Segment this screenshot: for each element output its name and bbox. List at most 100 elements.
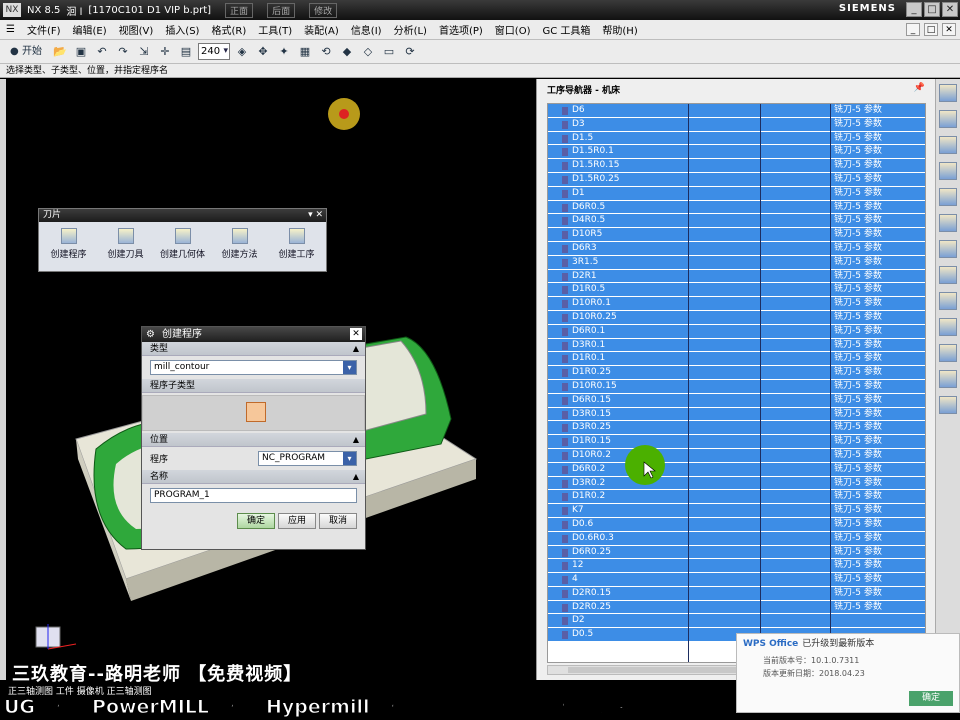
menu-insert[interactable]: 插入(S) xyxy=(159,22,205,37)
graphics-viewport[interactable]: 刀片 ▾ ✕ 创建程序 创建刀具 创建几何体 创建方法 创建工序 ⚙ 创建程序 … xyxy=(6,79,536,680)
location-section-header[interactable]: 位置 ▲ xyxy=(142,433,365,447)
navigator-row[interactable]: D0.6 铣刀-5 参数 xyxy=(548,517,925,532)
navigator-row[interactable]: D1R0.5 铣刀-5 参数 xyxy=(548,283,925,298)
menu-gc-toolkit[interactable]: GC 工具箱 xyxy=(536,22,596,37)
wireframe-icon[interactable]: ◇ xyxy=(359,43,377,61)
minimize-button[interactable]: _ xyxy=(906,2,922,17)
gear-icon[interactable]: ⚙ xyxy=(146,327,155,342)
start-button[interactable]: ● 开始 xyxy=(4,43,48,61)
navigator-row[interactable]: D6R0.5 铣刀-5 参数 xyxy=(548,200,925,215)
menu-format[interactable]: 格式(R) xyxy=(205,22,252,37)
apply-button[interactable]: 应用 xyxy=(278,513,316,529)
navigator-row[interactable]: D0.6R0.3 铣刀-5 参数 xyxy=(548,531,925,546)
maximize-button[interactable]: □ xyxy=(924,2,940,17)
part-navigator-icon[interactable] xyxy=(939,136,957,154)
navigator-row[interactable]: D1R0.15 铣刀-5 参数 xyxy=(548,435,925,449)
create-tool-button[interactable]: 创建刀具 xyxy=(100,226,151,260)
ok-button[interactable]: 确定 xyxy=(237,513,275,529)
navigator-row[interactable]: D1R0.25 铣刀-5 参数 xyxy=(548,366,925,380)
snap-icon[interactable]: ✛ xyxy=(156,43,174,61)
navigator-row[interactable]: D10R0.1 铣刀-5 参数 xyxy=(548,297,925,311)
shaded-icon[interactable]: ◆ xyxy=(338,43,356,61)
assembly-navigator-icon[interactable] xyxy=(939,84,957,102)
navigator-row[interactable]: 12 铣刀-5 参数 xyxy=(548,559,925,574)
menu-preferences[interactable]: 首选项(P) xyxy=(433,22,489,37)
palette-icon[interactable] xyxy=(939,344,957,362)
navigator-row[interactable]: D6R3 铣刀-5 参数 xyxy=(548,241,925,256)
navigator-row[interactable]: D10R0.25 铣刀-5 参数 xyxy=(548,310,925,325)
navigator-row[interactable]: D2 xyxy=(548,614,925,629)
create-operation-button[interactable]: 创建工序 xyxy=(271,226,322,260)
navigator-row[interactable]: D3R0.1 铣刀-5 参数 xyxy=(548,338,925,353)
system-materials-icon[interactable] xyxy=(939,396,957,414)
navigator-row[interactable]: D10R0.2 铣刀-5 参数 xyxy=(548,448,925,463)
navigator-row[interactable]: D3R0.2 铣刀-5 参数 xyxy=(548,476,925,491)
navigator-row[interactable]: D3R0.25 铣刀-5 参数 xyxy=(548,421,925,436)
dialog-close-icon[interactable]: ✕ xyxy=(350,328,362,340)
menu-edit[interactable]: 编辑(E) xyxy=(67,22,113,37)
navigator-row[interactable]: D6R0.15 铣刀-5 参数 xyxy=(548,393,925,408)
type-section-header[interactable]: 类型 ▲ xyxy=(142,342,365,356)
navigator-row[interactable]: D4R0.5 铣刀-5 参数 xyxy=(548,214,925,229)
doc-restore-icon[interactable]: □ xyxy=(924,23,938,36)
doc-close-icon[interactable]: ✕ xyxy=(942,23,956,36)
navigator-row[interactable]: D2R1 铣刀-5 参数 xyxy=(548,269,925,284)
navigator-row[interactable]: D10R0.15 铣刀-5 参数 xyxy=(548,379,925,394)
display-icon[interactable]: ▭ xyxy=(380,43,398,61)
wps-ok-button[interactable]: 确定 xyxy=(909,691,953,706)
nx-menu-icon[interactable]: ☰ xyxy=(0,24,21,35)
navigator-row[interactable]: D6 铣刀-5 参数 xyxy=(548,104,925,118)
cube-view-icon[interactable]: ◈ xyxy=(233,43,251,61)
hd3d-tools-icon[interactable] xyxy=(939,240,957,258)
create-program-button[interactable]: 创建程序 xyxy=(43,226,94,260)
menu-info[interactable]: 信息(I) xyxy=(345,22,388,37)
constraint-navigator-icon[interactable] xyxy=(939,110,957,128)
toolbar-close-icon[interactable]: ▾ ✕ xyxy=(308,209,323,222)
menu-tools[interactable]: 工具(T) xyxy=(252,22,298,37)
select-filter-icon[interactable]: ⇲ xyxy=(135,43,153,61)
subtype-section-header[interactable]: 程序子类型 xyxy=(142,379,365,393)
navigator-row[interactable]: D1R0.1 铣刀-5 参数 xyxy=(548,352,925,367)
rotate-icon[interactable]: ⟲ xyxy=(317,43,335,61)
grid-icon[interactable]: ▦ xyxy=(296,43,314,61)
navigator-row[interactable]: D2R0.25 铣刀-5 参数 xyxy=(548,600,925,615)
navigator-row[interactable]: D1.5R0.15 铣刀-5 参数 xyxy=(548,159,925,173)
history-icon[interactable] xyxy=(939,292,957,310)
snap-point-icon[interactable]: ✦ xyxy=(275,43,293,61)
menu-file[interactable]: 文件(F) xyxy=(21,22,67,37)
navigator-row[interactable]: D6R0.25 铣刀-5 参数 xyxy=(548,545,925,560)
navigator-row[interactable]: 3R1.5 铣刀-5 参数 xyxy=(548,255,925,270)
navigator-row[interactable]: D3R0.15 铣刀-5 参数 xyxy=(548,407,925,422)
navigator-row[interactable]: D1.5 铣刀-5 参数 xyxy=(548,131,925,146)
navigator-row[interactable]: D1.5R0.1 铣刀-5 参数 xyxy=(548,145,925,160)
roles-icon[interactable] xyxy=(939,370,957,388)
navigator-row[interactable]: D6R0.2 铣刀-5 参数 xyxy=(548,462,925,477)
menu-help[interactable]: 帮助(H) xyxy=(596,22,643,37)
orient-icon[interactable]: ⟳ xyxy=(401,43,419,61)
type-select[interactable]: mill_contour ▾ xyxy=(150,360,357,375)
name-section-header[interactable]: 名称 ▲ xyxy=(142,470,365,484)
navigator-row[interactable]: K7 铣刀-5 参数 xyxy=(548,504,925,518)
menu-analysis[interactable]: 分析(L) xyxy=(388,22,433,37)
menu-assembly[interactable]: 装配(A) xyxy=(298,22,345,37)
navigator-row[interactable]: D10R5 铣刀-5 参数 xyxy=(548,228,925,242)
move-icon[interactable]: ✥ xyxy=(254,43,272,61)
pin-icon[interactable]: 📌 xyxy=(914,83,925,93)
menu-view[interactable]: 视图(V) xyxy=(113,22,160,37)
navigator-row[interactable]: D6R0.1 铣刀-5 参数 xyxy=(548,324,925,339)
name-input[interactable]: PROGRAM_1 xyxy=(150,488,357,503)
web-browser-icon[interactable] xyxy=(939,266,957,284)
navigator-row[interactable]: 4 铣刀-5 参数 xyxy=(548,573,925,587)
reuse-library-icon[interactable] xyxy=(939,214,957,232)
program-select[interactable]: NC_PROGRAM ▾ xyxy=(258,451,357,466)
redo-icon[interactable]: ↷ xyxy=(114,43,132,61)
navigator-row[interactable]: D1 铣刀-5 参数 xyxy=(548,186,925,201)
navigator-row[interactable]: D1R0.2 铣刀-5 参数 xyxy=(548,490,925,505)
machine-tool-navigator-icon[interactable] xyxy=(939,188,957,206)
toolbar-ribbon-icon[interactable]: ▤ xyxy=(177,43,195,61)
zoom-select[interactable]: 240 xyxy=(198,43,230,60)
navigator-row[interactable]: D3 铣刀-5 参数 xyxy=(548,117,925,132)
close-button[interactable]: ✕ xyxy=(942,2,958,17)
save-icon[interactable]: ▣ xyxy=(72,43,90,61)
menu-window[interactable]: 窗口(O) xyxy=(489,22,537,37)
